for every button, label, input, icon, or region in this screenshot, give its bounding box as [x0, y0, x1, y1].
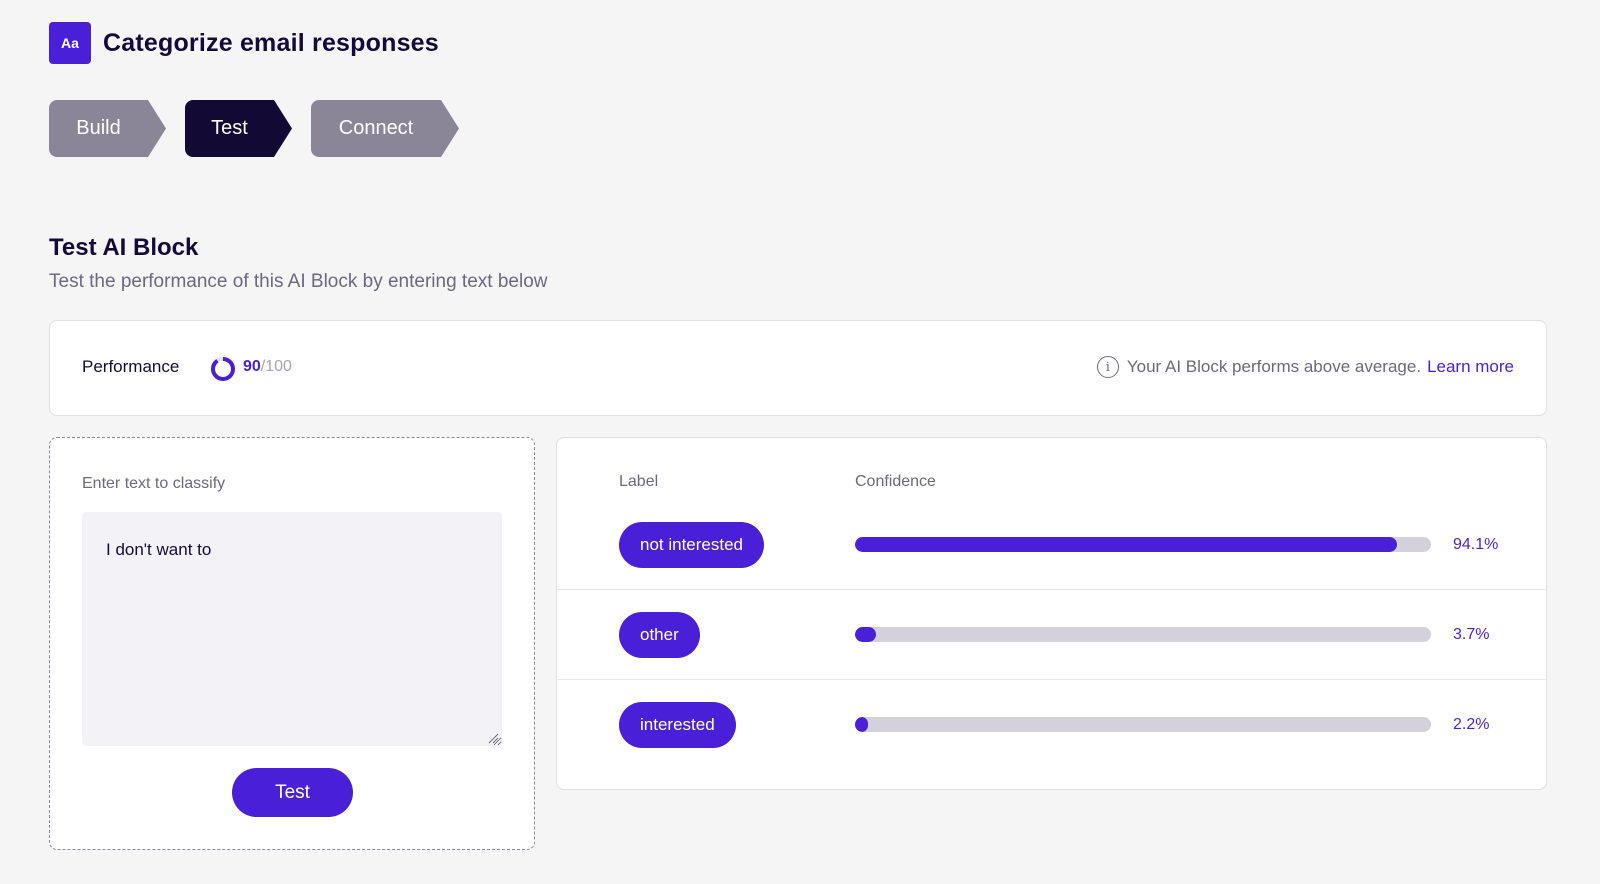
text-block-icon: Aa: [49, 22, 91, 64]
classify-text-input[interactable]: [82, 512, 502, 746]
confidence-percent: 2.2%: [1453, 716, 1490, 733]
result-row: not interested 94.1%: [557, 500, 1546, 590]
result-row: interested 2.2%: [557, 680, 1546, 770]
page-title: Categorize email responses: [103, 28, 439, 57]
confidence-bar: [855, 717, 1431, 732]
step-test-label: Test: [211, 117, 248, 139]
confidence-bar-fill: [855, 717, 868, 732]
step-connect[interactable]: Connect: [311, 100, 459, 157]
step-test[interactable]: Test: [185, 100, 292, 157]
section-subtitle: Test the performance of this AI Block by…: [49, 271, 548, 292]
confidence-bar: [855, 537, 1431, 552]
result-row: other 3.7%: [557, 590, 1546, 680]
learn-more-link[interactable]: Learn more: [1427, 357, 1514, 377]
step-build-label: Build: [76, 117, 121, 139]
performance-info: i Your AI Block performs above average. …: [1096, 356, 1514, 378]
label-pill: interested: [619, 702, 736, 748]
confidence-bar-fill: [855, 537, 1398, 552]
performance-ring-icon: [211, 357, 235, 381]
results-panel: Label Confidence not interested 94.1% ot…: [556, 437, 1547, 790]
resize-handle-icon[interactable]: [487, 732, 499, 744]
test-button[interactable]: Test: [232, 768, 353, 817]
step-connect-label: Connect: [338, 117, 414, 139]
info-icon: i: [1096, 356, 1119, 378]
label-pill: other: [619, 612, 700, 658]
performance-score-value: 90: [243, 358, 261, 375]
classify-input-panel: Enter text to classify Test: [49, 437, 535, 850]
label-pill: not interested: [619, 522, 765, 568]
confidence-column-header: Confidence: [855, 473, 936, 490]
confidence-bar-fill: [855, 627, 877, 642]
step-build[interactable]: Build: [49, 100, 166, 157]
app-header: Aa Categorize email responses: [49, 22, 439, 64]
section-title: Test AI Block: [49, 234, 199, 261]
confidence-bar: [855, 627, 1431, 642]
classify-input-label: Enter text to classify: [82, 475, 226, 492]
performance-score: 90/100: [243, 358, 292, 376]
confidence-percent: 3.7%: [1453, 626, 1490, 643]
performance-label: Performance: [82, 357, 180, 376]
performance-card: Performance 90/100 i Your AI Block perfo…: [49, 320, 1547, 416]
label-column-header: Label: [619, 473, 659, 490]
confidence-percent: 94.1%: [1453, 536, 1499, 553]
performance-info-text: Your AI Block performs above average.: [1126, 357, 1422, 376]
performance-score-max: /100: [260, 358, 292, 375]
